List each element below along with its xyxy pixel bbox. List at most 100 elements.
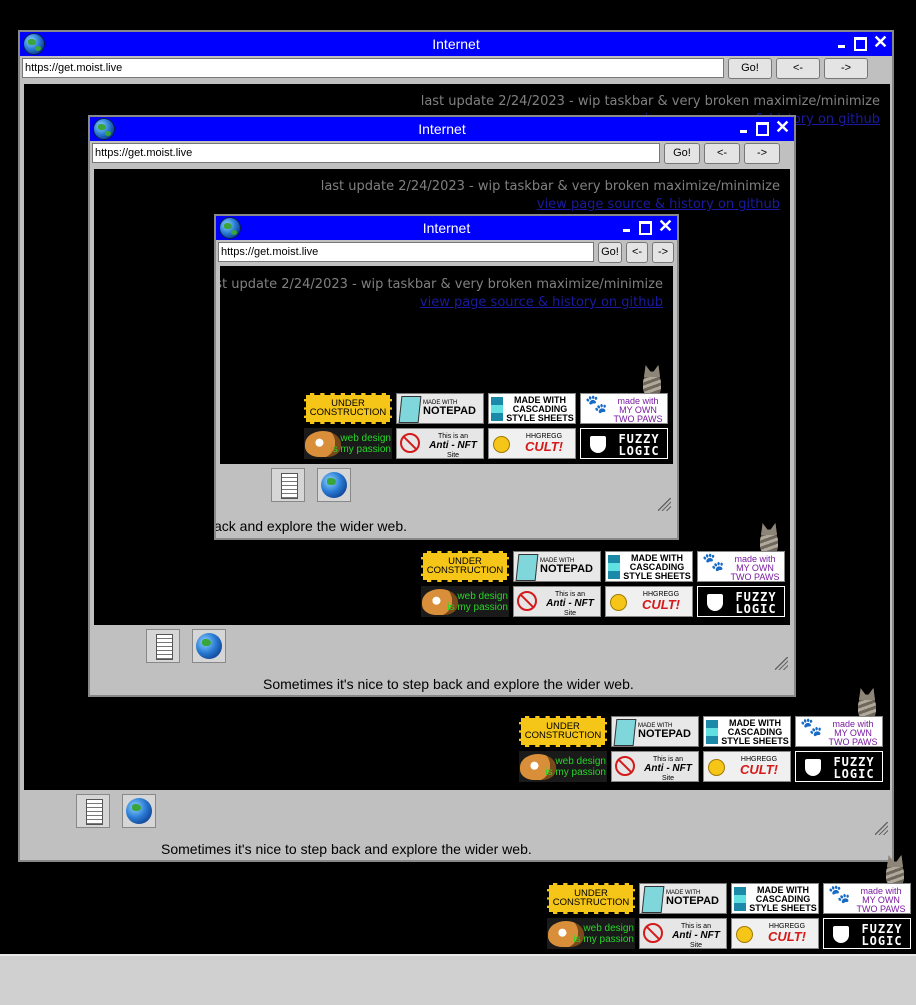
prohibited-icon bbox=[517, 591, 537, 611]
address-bar: https://get.moist.live Go! <- -> bbox=[218, 242, 675, 264]
forward-button[interactable]: -> bbox=[824, 58, 868, 79]
cat-icon bbox=[882, 855, 908, 885]
prohibited-icon bbox=[643, 923, 663, 943]
hhgregg-badge[interactable]: HHGREGG CULT! bbox=[703, 751, 791, 782]
under-construction-badge[interactable]: UNDER CONSTRUCTION bbox=[421, 551, 509, 582]
paws-badge[interactable]: 🐾 made with MY OWN TWO PAWS bbox=[697, 551, 785, 582]
css-badge[interactable]: MADE WITH CASCADING STYLE SHEETS bbox=[703, 716, 791, 747]
anti-nft-badge[interactable]: This is an Anti - NFT Site bbox=[396, 428, 484, 459]
go-button[interactable]: Go! bbox=[598, 242, 622, 263]
titlebar[interactable]: Internet ✕ bbox=[216, 216, 677, 240]
badge-grid: UNDER CONSTRUCTION MADE WITH NOTEPAD MAD… bbox=[547, 863, 913, 949]
web-design-badge[interactable]: web design is my passion bbox=[421, 586, 509, 617]
caption-text: ack and explore the wider web. bbox=[214, 518, 407, 534]
back-button[interactable]: <- bbox=[626, 242, 648, 263]
paws-badge[interactable]: 🐾 made with MY OWN TWO PAWS bbox=[795, 716, 883, 747]
badge-grid: UNDER CONSTRUCTION MADE WITH NOTEPAD MAD… bbox=[304, 373, 670, 459]
minimize-icon[interactable] bbox=[738, 119, 752, 135]
forward-button[interactable]: -> bbox=[652, 242, 674, 263]
browser-window-inner: Internet ✕ https://get.moist.live Go! <-… bbox=[214, 214, 679, 540]
notepad-icon bbox=[641, 886, 665, 913]
fuzzy-logic-badge[interactable]: FUZZY LOGIC bbox=[697, 586, 785, 617]
maximize-icon[interactable] bbox=[854, 37, 867, 51]
fuzzy-logic-badge[interactable]: FUZZY LOGIC bbox=[795, 751, 883, 782]
anti-nft-badge[interactable]: This is an Anti - NFT Site bbox=[611, 751, 699, 782]
cat-icon bbox=[854, 688, 880, 718]
back-button[interactable]: <- bbox=[704, 143, 740, 164]
notepad-icon[interactable] bbox=[76, 794, 110, 828]
internet-globe-icon[interactable] bbox=[192, 629, 226, 663]
css-icon bbox=[706, 720, 718, 744]
smiley-icon bbox=[610, 594, 627, 611]
hhgregg-badge[interactable]: HHGREGG CULT! bbox=[605, 586, 693, 617]
notepad-icon[interactable] bbox=[146, 629, 180, 663]
notepad-icon[interactable] bbox=[271, 468, 305, 502]
under-construction-badge[interactable]: UNDER CONSTRUCTION bbox=[519, 716, 607, 747]
url-input[interactable]: https://get.moist.live bbox=[218, 242, 594, 262]
notepad-badge[interactable]: MADE WITH NOTEPAD bbox=[396, 393, 484, 424]
web-design-badge[interactable]: web design is my passion bbox=[519, 751, 607, 782]
paws-badge[interactable]: 🐾 made with MY OWN TWO PAWS bbox=[823, 883, 911, 914]
notepad-badge[interactable]: MADE WITH NOTEPAD bbox=[513, 551, 601, 582]
titlebar[interactable]: Internet ✕ bbox=[90, 117, 794, 141]
window-title: Internet bbox=[432, 36, 480, 52]
badge-grid: UNDER CONSTRUCTION MADE WITH NOTEPAD MAD… bbox=[421, 531, 787, 617]
shield-icon bbox=[833, 926, 849, 943]
maximize-icon[interactable] bbox=[756, 122, 769, 136]
paws-badge[interactable]: 🐾 made with MY OWN TWO PAWS bbox=[580, 393, 668, 424]
minimize-icon[interactable] bbox=[836, 34, 850, 50]
shield-icon bbox=[707, 594, 723, 611]
internet-globe-icon[interactable] bbox=[122, 794, 156, 828]
go-button[interactable]: Go! bbox=[664, 143, 700, 164]
hhgregg-badge[interactable]: HHGREGG CULT! bbox=[488, 428, 576, 459]
shield-icon bbox=[805, 759, 821, 776]
css-icon bbox=[491, 397, 503, 421]
close-icon[interactable]: ✕ bbox=[658, 217, 673, 235]
web-design-badge[interactable]: web design is my passion bbox=[547, 918, 635, 949]
under-construction-badge[interactable]: UNDER CONSTRUCTION bbox=[547, 883, 635, 914]
anti-nft-badge[interactable]: This is an Anti - NFT Site bbox=[513, 586, 601, 617]
resize-grip-icon[interactable] bbox=[875, 822, 888, 835]
source-link[interactable]: view page source & history on github bbox=[420, 295, 663, 310]
fuzzy-logic-badge[interactable]: FUZZY LOGIC bbox=[580, 428, 668, 459]
taskbar[interactable] bbox=[0, 954, 916, 1005]
notepad-badge[interactable]: MADE WITH NOTEPAD bbox=[611, 716, 699, 747]
url-input[interactable]: https://get.moist.live bbox=[22, 58, 724, 78]
caption-text: Sometimes it's nice to step back and exp… bbox=[161, 841, 532, 857]
source-link[interactable]: view page source & history on github bbox=[537, 197, 780, 212]
back-button[interactable]: <- bbox=[776, 58, 820, 79]
paw-icon: 🐾 bbox=[828, 884, 851, 904]
url-input[interactable]: https://get.moist.live bbox=[92, 143, 660, 163]
under-construction-badge[interactable]: UNDER CONSTRUCTION bbox=[304, 393, 392, 424]
maximize-icon[interactable] bbox=[639, 221, 652, 235]
fuzzy-logic-badge[interactable]: FUZZY LOGIC bbox=[823, 918, 911, 949]
web-design-badge[interactable]: web design is my passion bbox=[304, 428, 392, 459]
window-title: Internet bbox=[418, 121, 466, 137]
resize-grip-icon[interactable] bbox=[775, 657, 788, 670]
css-badge[interactable]: MADE WITH CASCADING STYLE SHEETS bbox=[605, 551, 693, 582]
forward-button[interactable]: -> bbox=[744, 143, 780, 164]
cat-icon bbox=[639, 365, 665, 395]
caption-text: Sometimes it's nice to step back and exp… bbox=[263, 676, 634, 692]
css-badge[interactable]: MADE WITH CASCADING STYLE SHEETS bbox=[731, 883, 819, 914]
titlebar[interactable]: Internet ✕ bbox=[20, 32, 892, 56]
smiley-icon bbox=[493, 436, 510, 453]
hhgregg-badge[interactable]: HHGREGG CULT! bbox=[731, 918, 819, 949]
resize-grip-icon[interactable] bbox=[658, 498, 671, 511]
anti-nft-badge[interactable]: This is an Anti - NFT Site bbox=[639, 918, 727, 949]
notepad-badge[interactable]: MADE WITH NOTEPAD bbox=[639, 883, 727, 914]
address-bar: https://get.moist.live Go! <- -> bbox=[22, 58, 890, 80]
go-button[interactable]: Go! bbox=[728, 58, 772, 79]
close-icon[interactable]: ✕ bbox=[775, 118, 790, 136]
desktop-tray: ack and explore the wider web. bbox=[216, 464, 673, 538]
update-text: last update 2/24/2023 - wip taskbar & ve… bbox=[420, 94, 880, 109]
notepad-icon bbox=[613, 719, 637, 746]
css-badge[interactable]: MADE WITH CASCADING STYLE SHEETS bbox=[488, 393, 576, 424]
window-title: Internet bbox=[422, 220, 471, 236]
cat-icon bbox=[756, 523, 782, 553]
minimize-icon[interactable] bbox=[621, 218, 635, 234]
internet-globe-icon[interactable] bbox=[317, 468, 351, 502]
paw-icon: 🐾 bbox=[702, 552, 725, 572]
close-icon[interactable]: ✕ bbox=[873, 33, 888, 51]
paw-icon: 🐾 bbox=[800, 717, 823, 737]
